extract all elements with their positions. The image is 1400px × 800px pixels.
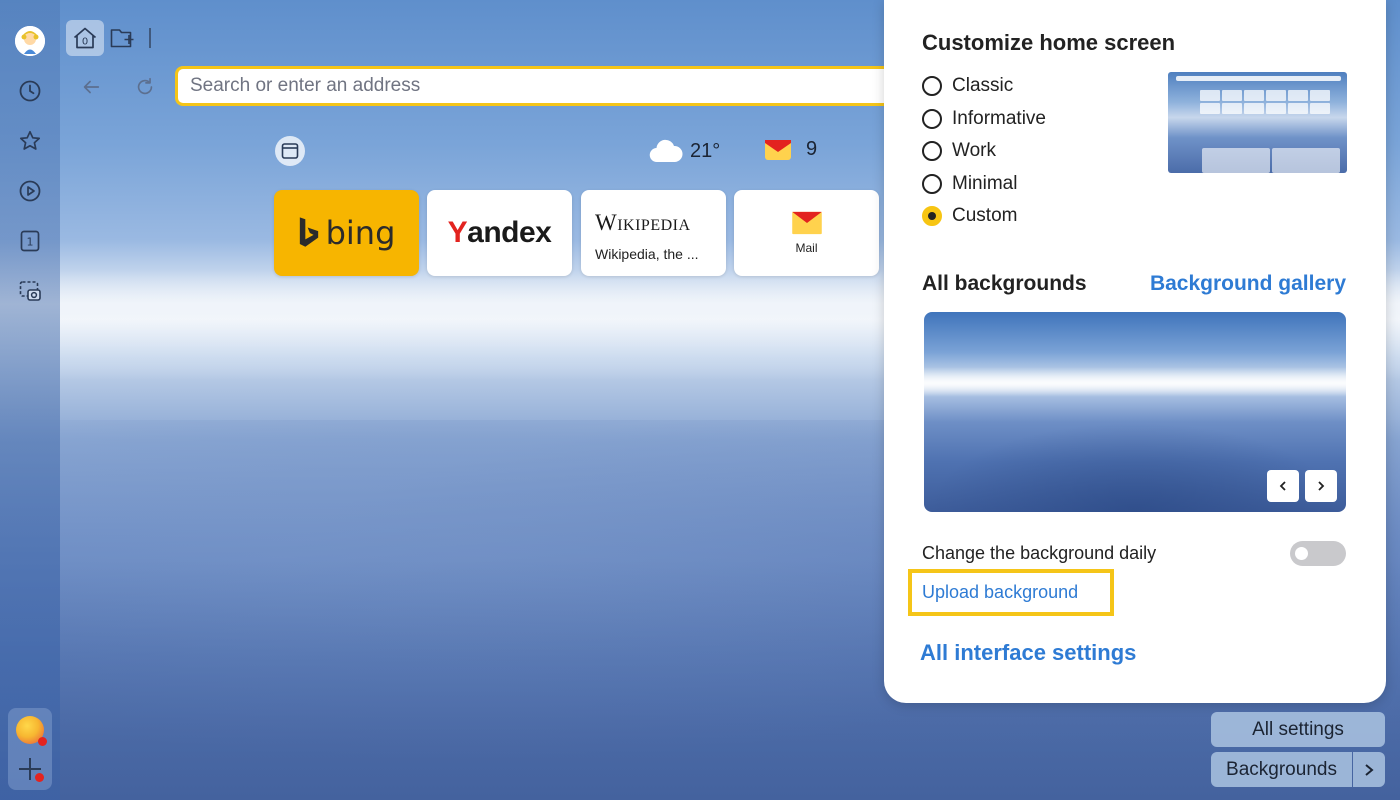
all-settings-button[interactable]: All settings: [1211, 712, 1385, 747]
sidebar: 1: [0, 0, 60, 800]
reload-button[interactable]: [130, 72, 160, 102]
layout-preview-thumbnail: [1168, 72, 1347, 173]
profile-avatar[interactable]: [15, 26, 45, 56]
layout-option-custom[interactable]: Custom: [922, 200, 1046, 233]
cloud-icon: [649, 139, 683, 163]
backgrounds-next-button[interactable]: [1353, 752, 1385, 787]
mail-unread-count: 9: [806, 138, 818, 160]
background-gallery-link[interactable]: Background gallery: [1150, 272, 1346, 296]
avatar-icon: [15, 26, 45, 56]
tabs-divider: [149, 28, 151, 48]
radio-custom-selected[interactable]: [922, 206, 942, 227]
tile-wikipedia[interactable]: Wikipedia Wikipedia, the ...: [581, 190, 726, 276]
preview-widget: [1272, 148, 1340, 173]
tile-mail-label: Mail: [795, 241, 818, 255]
layout-option-work[interactable]: Work: [922, 135, 1046, 168]
mail-widget[interactable]: 9: [764, 138, 817, 161]
layout-option-label: Informative: [952, 107, 1046, 129]
home-tab[interactable]: 0: [66, 20, 104, 56]
chevron-left-icon: [1279, 481, 1286, 491]
arrow-left-icon: [83, 80, 100, 94]
tile-bing-label: bing: [325, 214, 396, 252]
history-icon: [19, 80, 41, 102]
bookmarks-star-icon: [19, 130, 41, 150]
background-next-button[interactable]: [1305, 470, 1337, 502]
layout-option-label: Minimal: [952, 172, 1018, 194]
yandex-logo-first-letter: Y: [447, 216, 468, 249]
home-tab-count: 0: [82, 37, 88, 48]
sidebar-apps-group: [8, 708, 52, 790]
radio-classic[interactable]: [922, 76, 942, 97]
folder-plus-icon: [110, 29, 134, 48]
radio-minimal[interactable]: [922, 173, 942, 194]
upload-background-link[interactable]: Upload background: [908, 569, 1114, 616]
layout-option-minimal[interactable]: Minimal: [922, 168, 1046, 201]
window-icon: [281, 143, 299, 159]
preview-widget: [1202, 148, 1270, 173]
layout-option-classic[interactable]: Classic: [922, 70, 1046, 103]
change-daily-label: Change the background daily: [922, 543, 1157, 563]
layout-options: Classic Informative Work Minimal Custom: [922, 70, 1046, 233]
notification-dot: [35, 773, 44, 782]
weather-temperature: 21°: [690, 139, 721, 162]
change-daily-toggle[interactable]: [1290, 541, 1346, 566]
tile-mail[interactable]: Mail: [734, 190, 879, 276]
address-input[interactable]: [190, 75, 915, 97]
tab-counter-icon: 1: [20, 230, 40, 252]
add-sidebar-app-button[interactable]: [19, 758, 44, 782]
screenshot-button[interactable]: [15, 276, 45, 306]
home-icon: 0: [73, 27, 97, 49]
panel-title: Customize home screen: [922, 30, 1176, 55]
preview-tiles-grid: [1200, 90, 1330, 114]
back-button[interactable]: [76, 72, 106, 102]
backgrounds-button[interactable]: Backgrounds: [1211, 752, 1352, 787]
upload-background-label: Upload background: [922, 582, 1079, 602]
new-tab-group-button[interactable]: [110, 24, 140, 52]
history-button[interactable]: [15, 76, 45, 106]
bing-logo-icon: [299, 217, 318, 247]
radio-informative[interactable]: [922, 108, 942, 129]
layout-option-label: Classic: [952, 75, 1014, 97]
customize-home-panel: Customize home screen Classic Informativ…: [884, 0, 1386, 703]
mail-envelope-icon: [765, 139, 791, 160]
radio-work[interactable]: [922, 141, 942, 162]
tile-wikipedia-subtitle: Wikipedia, the ...: [595, 246, 699, 262]
widgets-toggle-button[interactable]: [275, 136, 305, 166]
chevron-right-icon: [1318, 481, 1325, 491]
yandex-logo-rest: andex: [467, 216, 552, 249]
video-button[interactable]: [15, 176, 45, 206]
video-play-icon: [19, 180, 41, 202]
wikipedia-logo-text: Wikipedia: [595, 210, 691, 235]
layout-option-informative[interactable]: Informative: [922, 103, 1046, 136]
alice-assistant-icon[interactable]: [16, 716, 47, 746]
all-backgrounds-heading: All backgrounds: [922, 272, 1087, 295]
screenshot-icon: [19, 281, 41, 301]
tile-yandex[interactable]: Yandex: [427, 190, 572, 276]
address-bar[interactable]: [175, 66, 915, 106]
bookmarks-button[interactable]: [15, 126, 45, 156]
notification-dot: [38, 737, 47, 746]
layout-option-label: Custom: [952, 205, 1018, 227]
tab-counter-number: 1: [27, 236, 34, 249]
background-prev-button[interactable]: [1267, 470, 1299, 502]
chevron-right-icon: [1365, 763, 1374, 776]
tabs-counter-button[interactable]: 1: [15, 226, 45, 256]
tile-bing[interactable]: bing: [274, 190, 419, 276]
weather-widget[interactable]: 21°: [648, 138, 720, 164]
mail-envelope-icon: [791, 211, 822, 235]
preview-address-bar: [1176, 76, 1341, 81]
all-interface-settings-link[interactable]: All interface settings: [920, 640, 1136, 666]
reload-icon: [137, 77, 153, 95]
layout-option-label: Work: [952, 140, 996, 162]
